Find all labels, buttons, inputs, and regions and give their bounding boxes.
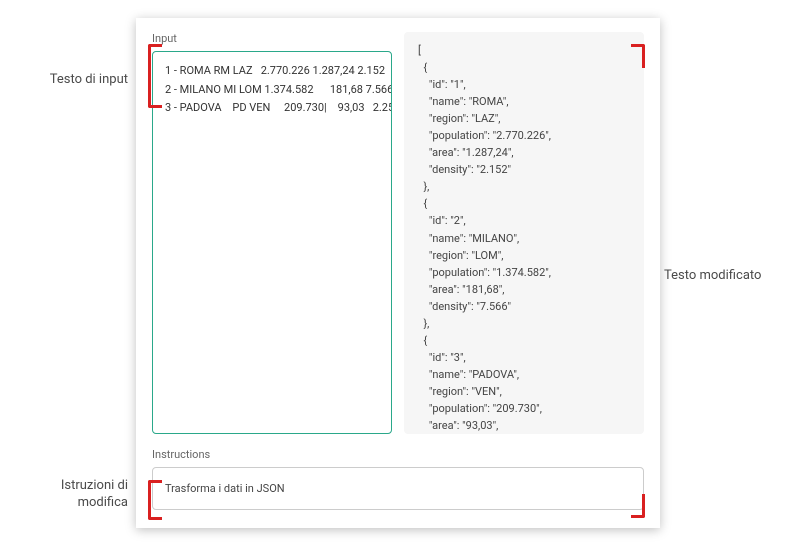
instructions-input[interactable]: Trasforma i dati in JSON: [152, 467, 644, 510]
top-area: Input 1 - ROMA RM LAZ 2.770.226 1.287,24…: [152, 32, 644, 434]
bracket-instructions-icon: [148, 480, 162, 520]
annotation-input: Testo di input: [0, 72, 128, 87]
annotation-instructions: Istruzioni di modifica: [0, 478, 128, 512]
editor-panel: Input 1 - ROMA RM LAZ 2.770.226 1.287,24…: [136, 18, 660, 528]
instructions-label: Instructions: [152, 448, 644, 461]
output-column: [ { "id": "1", "name": "ROMA", "region":…: [404, 32, 644, 434]
input-column: Input 1 - ROMA RM LAZ 2.770.226 1.287,24…: [152, 32, 392, 434]
bracket-input-icon: [148, 44, 162, 108]
input-textarea[interactable]: 1 - ROMA RM LAZ 2.770.226 1.287,24 2.152…: [152, 51, 392, 434]
bracket-output-top-icon: [631, 44, 645, 68]
output-textarea: [ { "id": "1", "name": "ROMA", "region":…: [404, 32, 644, 434]
annotation-output: Testo modificato: [664, 268, 794, 283]
input-label: Input: [152, 32, 392, 45]
instructions-section: Instructions Trasforma i dati in JSON: [152, 448, 644, 510]
bracket-output-bottom-icon: [631, 494, 645, 518]
